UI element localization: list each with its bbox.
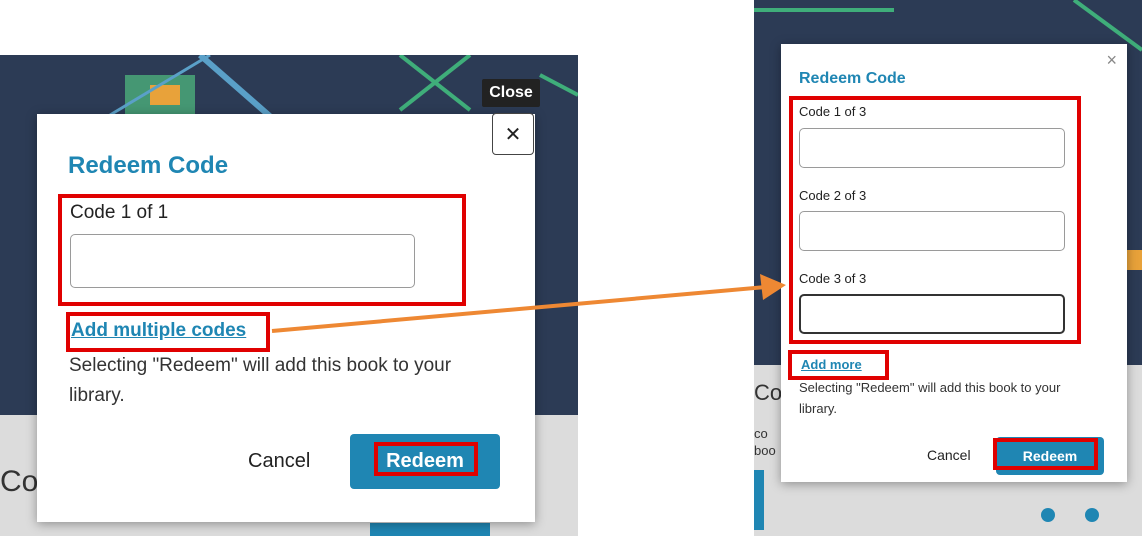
background-heading-fragment: Co bbox=[0, 465, 39, 498]
redeem-code-dialog: Redeem Code Code 1 of 1 Add multiple cod… bbox=[37, 114, 535, 522]
close-button[interactable]: ✕ bbox=[492, 113, 534, 155]
cancel-button[interactable]: Cancel bbox=[248, 450, 310, 473]
close-icon: ✕ bbox=[504, 123, 522, 146]
redeem-button[interactable]: Redeem bbox=[350, 434, 500, 489]
redeem-code-dialog-multiple: × Redeem Code Code 1 of 3 Code 2 of 3 Co… bbox=[781, 44, 1127, 482]
code-1-label: Code 1 of 3 bbox=[799, 104, 867, 119]
close-tooltip: Close bbox=[482, 79, 540, 107]
code-2-label: Code 2 of 3 bbox=[799, 188, 867, 203]
background-thumbnail bbox=[370, 523, 490, 536]
background-text-fragment: boo bbox=[754, 443, 776, 458]
dialog-title: Redeem Code bbox=[799, 70, 906, 87]
cancel-button[interactable]: Cancel bbox=[927, 447, 971, 463]
code-2-input[interactable] bbox=[799, 211, 1065, 251]
add-more-link[interactable]: Add more bbox=[801, 357, 862, 372]
code-3-input[interactable] bbox=[799, 294, 1065, 334]
close-icon[interactable]: × bbox=[1106, 50, 1117, 71]
code-input[interactable] bbox=[70, 234, 415, 288]
redeem-note: Selecting "Redeem" will add this book to… bbox=[799, 380, 1061, 416]
redeem-button[interactable]: Redeem bbox=[996, 437, 1104, 475]
background-text-fragment: co bbox=[754, 426, 768, 441]
background-heading-fragment: Co bbox=[754, 380, 783, 405]
code-3-label: Code 3 of 3 bbox=[799, 271, 867, 286]
code-1-input[interactable] bbox=[799, 128, 1065, 168]
code-label: Code 1 of 1 bbox=[70, 202, 169, 223]
redeem-note: Selecting "Redeem" will add this book to… bbox=[69, 355, 452, 406]
add-multiple-codes-link[interactable]: Add multiple codes bbox=[71, 320, 246, 342]
dialog-title: Redeem Code bbox=[68, 152, 229, 179]
